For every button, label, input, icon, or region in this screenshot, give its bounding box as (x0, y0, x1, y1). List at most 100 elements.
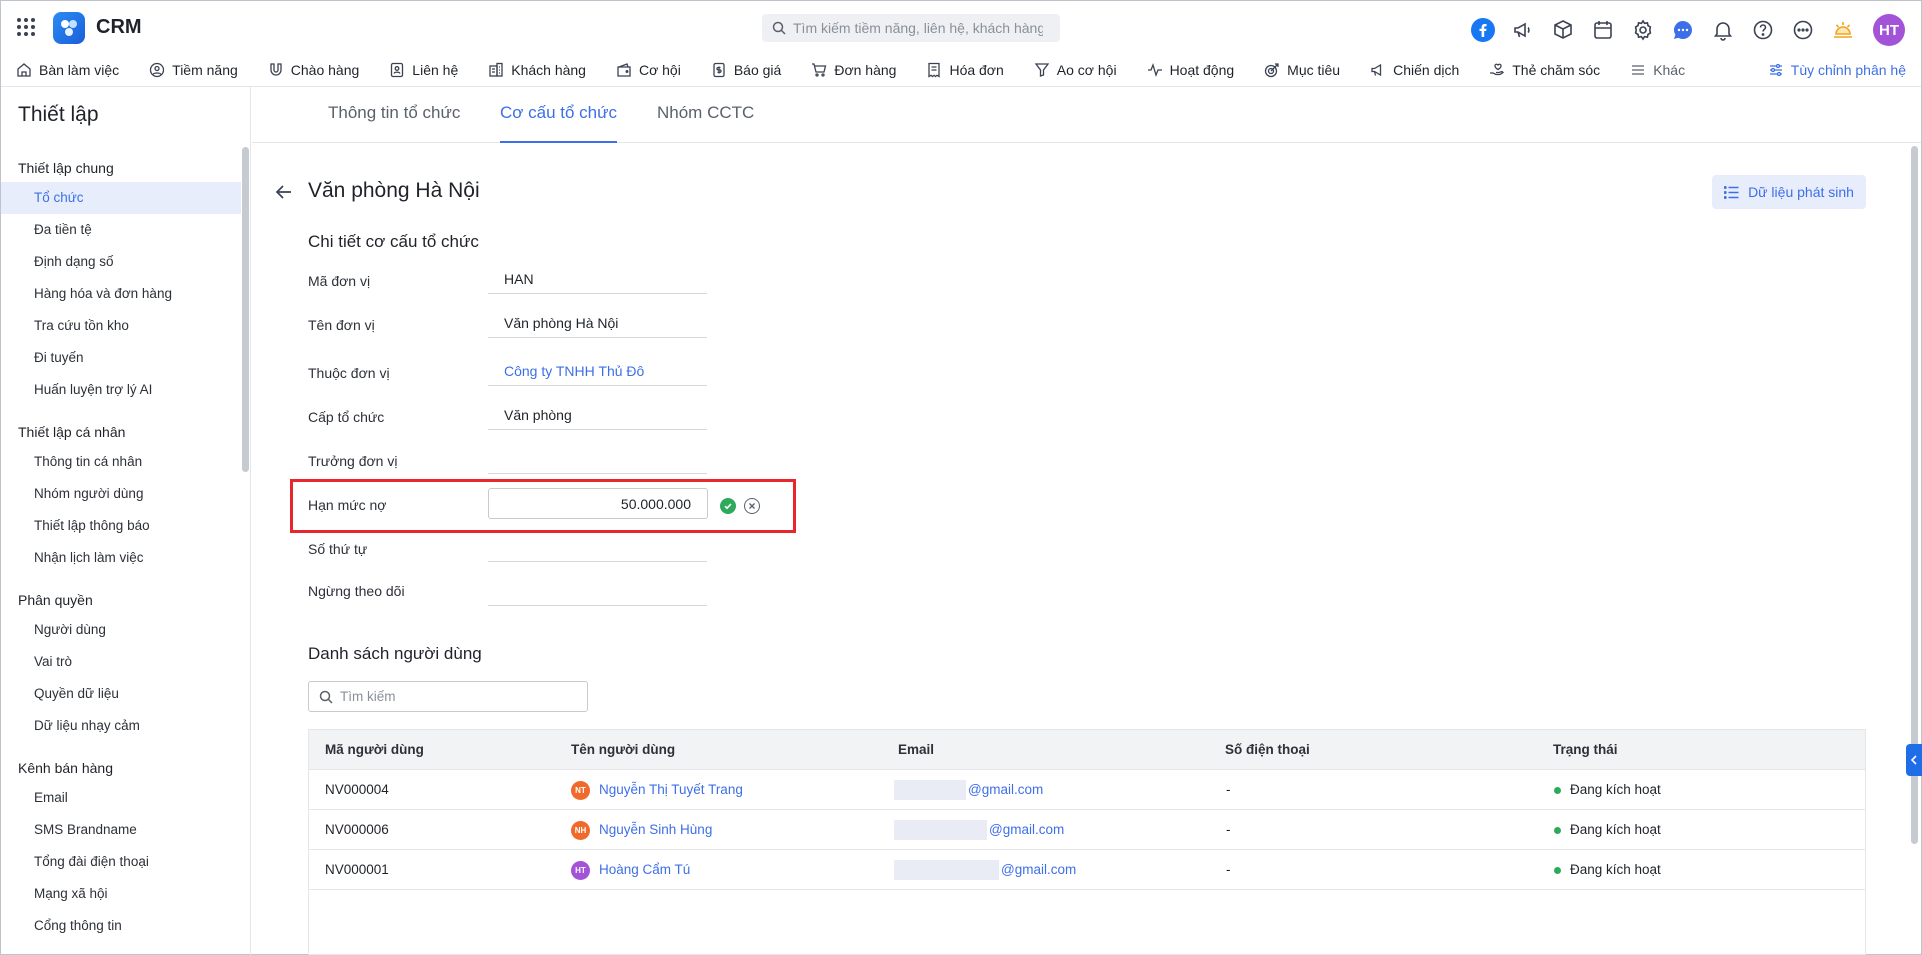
sidebar-item-dinh-dang-so[interactable]: Định dạng số (1, 246, 241, 278)
sidebar-item-nhan-lich-lam-viec[interactable]: Nhận lịch làm việc (1, 542, 241, 574)
module-tiem-nang[interactable]: Tiềm năng (149, 53, 238, 87)
sidebar-item-du-lieu-nhay-cam[interactable]: Dữ liệu nhạy cảm (1, 710, 241, 742)
col-header-phone[interactable]: Số điện thoại (1225, 730, 1310, 770)
calendar-icon[interactable] (1589, 17, 1616, 44)
sidebar-scrollbar[interactable] (242, 147, 249, 472)
sidebar-item-sms-brandname[interactable]: SMS Brandname (1, 814, 241, 846)
table-row[interactable]: NV000006 NH Nguyễn Sinh Hùng @gmail.com … (309, 810, 1865, 850)
collapse-panel-button[interactable] (1906, 744, 1922, 776)
module-bao-gia[interactable]: Báo giá (711, 53, 781, 87)
module-don-hang[interactable]: Đơn hàng (811, 53, 896, 87)
user-status: Đang kích hoạt (1570, 862, 1661, 877)
field-order-value[interactable] (488, 535, 707, 562)
apps-grid-icon[interactable] (17, 18, 35, 36)
col-header-status[interactable]: Trạng thái (1553, 730, 1618, 770)
global-search[interactable] (762, 14, 1060, 42)
sidebar-item-da-tien-te[interactable]: Đa tiền tệ (1, 214, 241, 246)
module-muc-tieu[interactable]: Mục tiêu (1264, 53, 1340, 87)
field-label-head: Trưởng đơn vị (308, 453, 398, 469)
back-arrow-icon[interactable] (273, 181, 295, 203)
field-code-value[interactable]: HAN (488, 267, 707, 294)
module-label: Tiềm năng (172, 61, 238, 78)
generated-data-button[interactable]: Dữ liệu phát sinh (1712, 175, 1866, 209)
module-hoa-don[interactable]: Hóa đơn (926, 53, 1004, 87)
user-name-link[interactable]: Hoàng Cẩm Tú (599, 850, 690, 890)
top-icon-bar: HT (1469, 14, 1905, 46)
sidebar-item-vai-tro[interactable]: Vai trò (1, 646, 241, 678)
crm-logo-icon[interactable] (53, 12, 85, 44)
help-icon[interactable] (1749, 17, 1776, 44)
module-label: Liên hệ (412, 61, 459, 78)
sidebar-item-cong-thong-tin[interactable]: Cổng thông tin (1, 910, 241, 942)
sidebar-item-email[interactable]: Email (1, 782, 241, 814)
sidebar-item-nhom-nguoi-dung[interactable]: Nhóm người dùng (1, 478, 241, 510)
module-khach-hang[interactable]: Khách hàng (488, 53, 586, 87)
chat-icon[interactable] (1669, 17, 1696, 44)
main-scrollbar[interactable] (1911, 146, 1918, 844)
chevron-left-icon (1910, 755, 1917, 765)
field-head-value[interactable] (488, 447, 707, 474)
generated-data-label: Dữ liệu phát sinh (1748, 184, 1854, 200)
module-ao-co-hoi[interactable]: Ao cơ hội (1034, 53, 1117, 87)
col-header-code[interactable]: Mã người dùng (325, 730, 424, 770)
module-label: Hóa đơn (949, 61, 1004, 78)
sidebar-item-di-tuyen[interactable]: Đi tuyến (1, 342, 241, 374)
facebook-icon[interactable] (1469, 17, 1496, 44)
field-parent-link[interactable]: Công ty TNHH Thủ Đô (488, 359, 707, 386)
field-inactive-value[interactable] (488, 579, 707, 606)
module-co-hoi[interactable]: Cơ hội (616, 53, 681, 87)
module-chien-dich[interactable]: Chiến dịch (1370, 53, 1459, 87)
table-row[interactable]: NV000001 HT Hoàng Cẩm Tú @gmail.com - Đa… (309, 850, 1865, 890)
col-header-name[interactable]: Tên người dùng (571, 730, 675, 770)
dollar-doc-icon (713, 62, 725, 77)
sidebar-item-thong-tin-ca-nhan[interactable]: Thông tin cá nhân (1, 446, 241, 478)
table-row[interactable]: NV000004 NT Nguyễn Thị Tuyết Trang @gmai… (309, 770, 1865, 810)
status-dot-icon (1554, 827, 1561, 834)
module-ban-lam-viec[interactable]: Bàn làm việc (16, 53, 119, 87)
confirm-check-icon[interactable] (720, 498, 736, 514)
module-lien-he[interactable]: Liên hệ (389, 53, 458, 87)
more-options-icon[interactable] (1789, 17, 1816, 44)
user-avatar[interactable]: HT (1873, 14, 1905, 46)
field-level-value[interactable]: Văn phòng (488, 403, 707, 430)
tab-co-cau-to-chuc[interactable]: Cơ cấu tổ chức (500, 87, 618, 143)
megaphone-icon[interactable] (1509, 17, 1536, 44)
bell-icon[interactable] (1709, 17, 1736, 44)
tab-nhom-cctc[interactable]: Nhóm CCTC (657, 87, 754, 143)
users-search[interactable] (308, 681, 588, 712)
settings-gear-icon[interactable] (1629, 17, 1656, 44)
tab-thong-tin-to-chuc[interactable]: Thông tin tổ chức (328, 87, 460, 143)
sidebar-item-thiet-lap-thong-bao[interactable]: Thiết lập thông báo (1, 510, 241, 542)
field-name-value[interactable]: Văn phòng Hà Nội (488, 311, 707, 338)
module-hoat-dong[interactable]: Hoạt động (1147, 53, 1234, 87)
sidebar-item-to-chuc[interactable]: Tổ chức (1, 182, 241, 214)
customize-modules-link[interactable]: Tùy chỉnh phân hệ (1768, 53, 1906, 87)
sidebar-item-nguoi-dung[interactable]: Người dùng (1, 614, 241, 646)
user-email[interactable]: @gmail.com (989, 810, 1064, 850)
user-circle-icon (150, 62, 165, 77)
debt-limit-input[interactable] (488, 488, 708, 519)
sidebar-item-tong-dai[interactable]: Tổng đài điện thoại (1, 846, 241, 878)
module-label: Đơn hàng (834, 61, 897, 78)
sidebar-item-mang-xa-hoi[interactable]: Mạng xã hội (1, 878, 241, 910)
sidebar-item-quyen-du-lieu[interactable]: Quyền dữ liệu (1, 678, 241, 710)
col-header-email[interactable]: Email (898, 730, 934, 770)
sidebar-item-huan-luyen-ai[interactable]: Huấn luyện trợ lý AI (1, 374, 241, 406)
user-name-link[interactable]: Nguyễn Thị Tuyết Trang (599, 770, 743, 810)
module-khac[interactable]: Khác (1630, 53, 1685, 87)
user-email[interactable]: @gmail.com (968, 770, 1043, 810)
wallet-icon (617, 62, 631, 77)
home-icon (17, 62, 31, 77)
sidebar-item-tra-cuu-ton-kho[interactable]: Tra cứu tồn kho (1, 310, 241, 342)
package-icon[interactable] (1549, 17, 1576, 44)
module-chao-hang[interactable]: Chào hàng (268, 53, 359, 87)
cancel-x-icon[interactable] (744, 498, 760, 514)
module-the-cham-soc[interactable]: Thẻ chăm sóc (1489, 53, 1600, 87)
user-email[interactable]: @gmail.com (1001, 850, 1076, 890)
sunrise-icon[interactable] (1829, 17, 1856, 44)
sidebar-item-hang-hoa[interactable]: Hàng hóa và đơn hàng (1, 278, 241, 310)
user-name-link[interactable]: Nguyễn Sinh Hùng (599, 810, 712, 850)
global-search-input[interactable] (793, 20, 1043, 36)
field-label-inactive: Ngừng theo dõi (308, 583, 405, 599)
users-search-input[interactable] (340, 689, 580, 704)
